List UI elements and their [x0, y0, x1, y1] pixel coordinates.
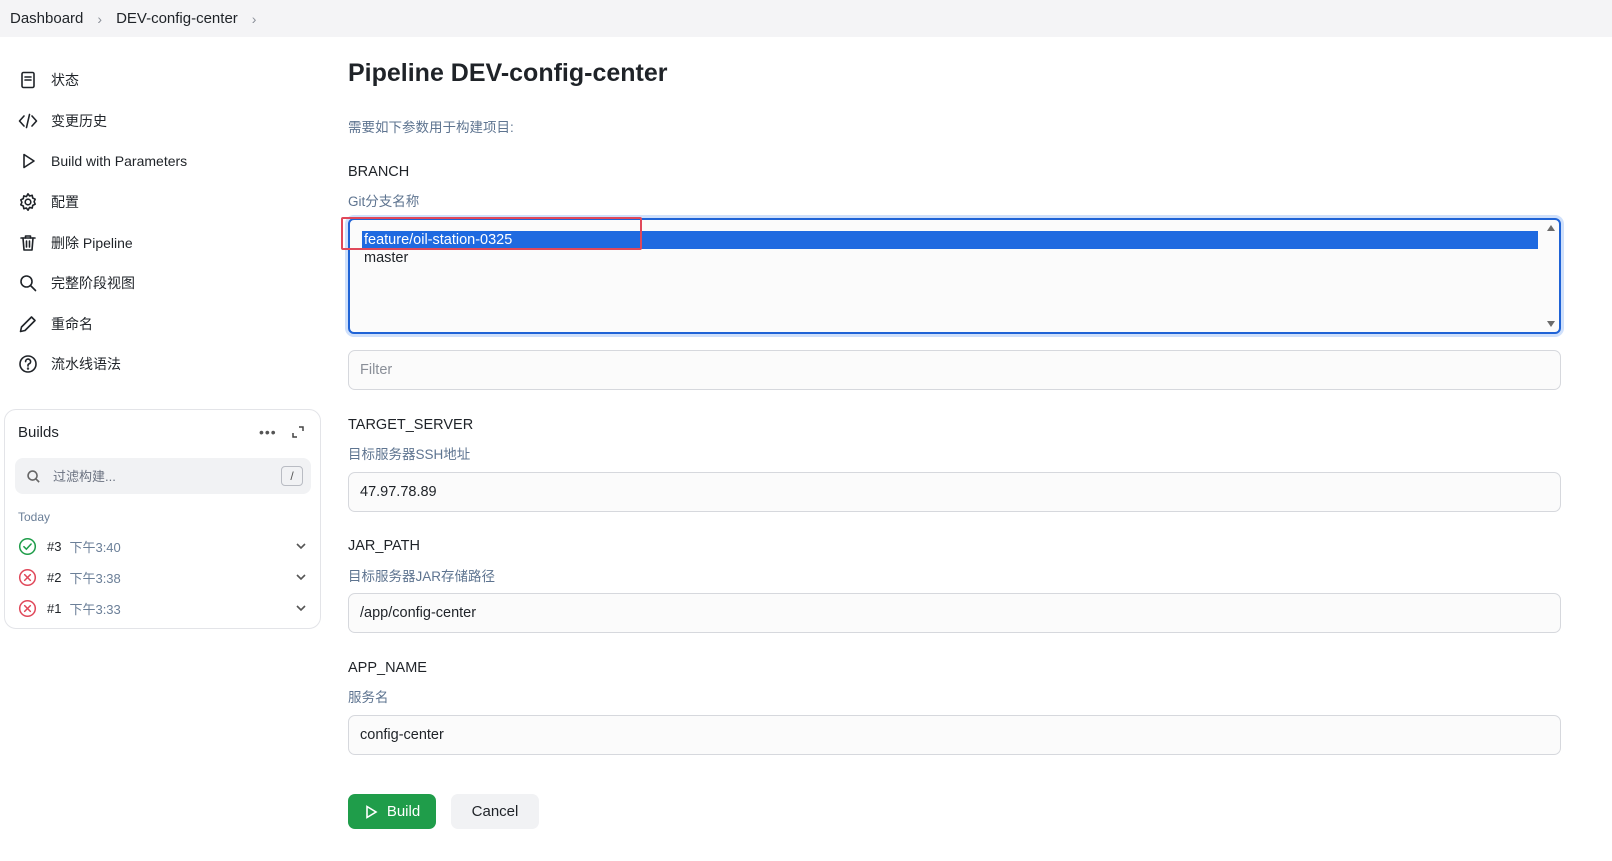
- sidebar-item-label: 变更历史: [51, 112, 107, 129]
- breadcrumb-job[interactable]: DEV-config-center: [116, 10, 238, 27]
- breadcrumb-chevron-icon: ›: [97, 10, 103, 27]
- highlight-box: [341, 217, 642, 250]
- expand-icon[interactable]: [291, 425, 305, 439]
- sidebar-item-delete-pipeline[interactable]: 删除 Pipeline: [14, 222, 314, 263]
- help-icon: [16, 352, 40, 376]
- trash-icon: [16, 231, 40, 255]
- param-desc-target-server: 目标服务器SSH地址: [348, 447, 471, 462]
- page-description: 需要如下参数用于构建项目:: [348, 120, 514, 135]
- success-icon: [18, 537, 37, 556]
- keyboard-shortcut-badge: /: [281, 466, 303, 486]
- builds-title: Builds: [18, 424, 59, 441]
- search-icon: [27, 469, 40, 483]
- build-button[interactable]: Build: [348, 794, 436, 829]
- play-icon: [366, 804, 378, 819]
- build-time: 下午3:40: [69, 539, 121, 555]
- sidebar-item-configure[interactable]: 配置: [14, 182, 314, 223]
- play-icon: [16, 149, 40, 173]
- sidebar-item-label: 删除 Pipeline: [51, 234, 133, 251]
- sidebar-item-label: 重命名: [51, 315, 93, 332]
- build-row[interactable]: #2 下午3:38: [18, 564, 308, 590]
- breadcrumb: Dashboard › DEV-config-center ›: [0, 0, 1612, 37]
- build-row[interactable]: #1 下午3:33: [18, 595, 308, 621]
- build-time: 下午3:38: [69, 570, 121, 586]
- builds-panel: Builds ••• / Today #3 下午3:40 #2 下午3:38 #…: [4, 409, 321, 629]
- build-number[interactable]: #3: [47, 539, 61, 554]
- param-desc-branch: Git分支名称: [348, 194, 420, 209]
- sidebar-item-build-with-parameters[interactable]: Build with Parameters: [14, 141, 314, 182]
- builds-filter-input[interactable]: [51, 467, 275, 485]
- jar-path-input[interactable]: [348, 593, 1561, 633]
- failure-icon: [18, 568, 37, 587]
- sidebar-item-status[interactable]: 状态: [14, 60, 314, 101]
- more-options-icon[interactable]: •••: [259, 424, 277, 440]
- sidebar-item-label: 完整阶段视图: [51, 275, 135, 292]
- param-name-branch: BRANCH: [348, 164, 410, 180]
- sidebar-nav: 状态 变更历史 Build with Parameters 配置 删除 Pipe…: [14, 60, 314, 385]
- breadcrumb-dashboard[interactable]: Dashboard: [10, 10, 83, 27]
- builds-group-label: Today: [18, 510, 51, 524]
- sidebar-item-rename[interactable]: 重命名: [14, 304, 314, 345]
- build-row[interactable]: #3 下午3:40: [18, 533, 308, 559]
- build-number[interactable]: #2: [47, 570, 61, 585]
- breadcrumb-chevron-icon[interactable]: ›: [252, 11, 257, 27]
- sidebar-item-full-stage-view[interactable]: 完整阶段视图: [14, 263, 314, 304]
- chevron-down-icon[interactable]: [294, 601, 308, 615]
- app-name-input[interactable]: [348, 715, 1561, 755]
- page-title: Pipeline DEV-config-center: [348, 59, 668, 87]
- chevron-down-icon[interactable]: [294, 570, 308, 584]
- param-name-target-server: TARGET_SERVER: [348, 417, 474, 433]
- param-desc-jar-path: 目标服务器JAR存储路径: [348, 569, 496, 584]
- chevron-down-icon[interactable]: [294, 539, 308, 553]
- search-icon: [16, 271, 40, 295]
- code-icon: [16, 109, 40, 133]
- sidebar-item-label: 流水线语法: [51, 356, 121, 373]
- scroll-down-arrow-icon[interactable]: [1547, 321, 1555, 327]
- branch-filter-input[interactable]: [348, 350, 1561, 390]
- param-desc-app-name: 服务名: [348, 690, 389, 705]
- document-icon: [16, 68, 40, 92]
- param-name-app-name: APP_NAME: [348, 660, 427, 676]
- gear-icon: [16, 190, 40, 214]
- failure-icon: [18, 599, 37, 618]
- builds-filter: /: [15, 458, 311, 494]
- scroll-up-arrow-icon[interactable]: [1547, 225, 1555, 231]
- target-server-input[interactable]: [348, 472, 1561, 512]
- sidebar-item-label: 配置: [51, 194, 79, 211]
- pencil-icon: [16, 312, 40, 336]
- build-number[interactable]: #1: [47, 601, 61, 616]
- build-time: 下午3:33: [69, 601, 121, 617]
- cancel-button[interactable]: Cancel: [451, 794, 539, 829]
- sidebar-item-label: 状态: [51, 72, 79, 89]
- branch-option[interactable]: master: [362, 249, 408, 267]
- build-button-label: Build: [386, 803, 421, 820]
- sidebar-item-changes[interactable]: 变更历史: [14, 101, 314, 142]
- sidebar-item-label: Build with Parameters: [51, 153, 188, 170]
- param-name-jar-path: JAR_PATH: [348, 538, 420, 554]
- sidebar-item-pipeline-syntax[interactable]: 流水线语法: [14, 344, 314, 385]
